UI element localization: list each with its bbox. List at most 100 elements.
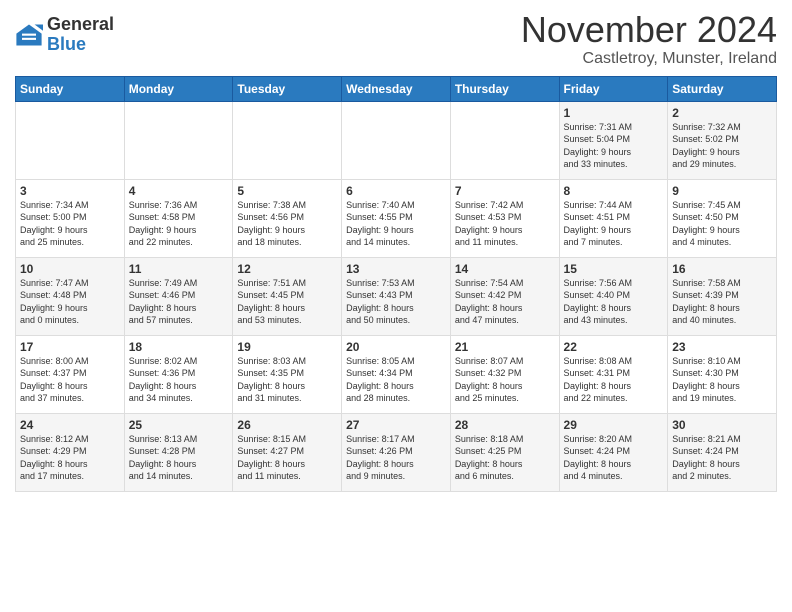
day-number: 5 — [237, 184, 337, 198]
day-info: Sunrise: 7:56 AM Sunset: 4:40 PM Dayligh… — [564, 277, 664, 327]
location-subtitle: Castletroy, Munster, Ireland — [521, 50, 777, 68]
day-cell — [16, 101, 125, 179]
day-info: Sunrise: 7:34 AM Sunset: 5:00 PM Dayligh… — [20, 199, 120, 249]
day-cell — [124, 101, 233, 179]
day-info: Sunrise: 7:58 AM Sunset: 4:39 PM Dayligh… — [672, 277, 772, 327]
day-number: 25 — [129, 418, 229, 432]
day-info: Sunrise: 7:45 AM Sunset: 4:50 PM Dayligh… — [672, 199, 772, 249]
day-cell — [233, 101, 342, 179]
day-cell: 9Sunrise: 7:45 AM Sunset: 4:50 PM Daylig… — [668, 179, 777, 257]
day-number: 9 — [672, 184, 772, 198]
month-title: November 2024 — [521, 10, 777, 50]
day-cell: 2Sunrise: 7:32 AM Sunset: 5:02 PM Daylig… — [668, 101, 777, 179]
day-cell: 10Sunrise: 7:47 AM Sunset: 4:48 PM Dayli… — [16, 257, 125, 335]
day-cell: 16Sunrise: 7:58 AM Sunset: 4:39 PM Dayli… — [668, 257, 777, 335]
day-info: Sunrise: 8:07 AM Sunset: 4:32 PM Dayligh… — [455, 355, 555, 405]
day-number: 6 — [346, 184, 446, 198]
day-cell: 1Sunrise: 7:31 AM Sunset: 5:04 PM Daylig… — [559, 101, 668, 179]
day-number: 26 — [237, 418, 337, 432]
day-info: Sunrise: 8:03 AM Sunset: 4:35 PM Dayligh… — [237, 355, 337, 405]
week-row-3: 10Sunrise: 7:47 AM Sunset: 4:48 PM Dayli… — [16, 257, 777, 335]
day-number: 12 — [237, 262, 337, 276]
day-number: 10 — [20, 262, 120, 276]
day-number: 30 — [672, 418, 772, 432]
day-info: Sunrise: 7:40 AM Sunset: 4:55 PM Dayligh… — [346, 199, 446, 249]
day-number: 21 — [455, 340, 555, 354]
day-number: 27 — [346, 418, 446, 432]
day-info: Sunrise: 8:08 AM Sunset: 4:31 PM Dayligh… — [564, 355, 664, 405]
week-row-1: 1Sunrise: 7:31 AM Sunset: 5:04 PM Daylig… — [16, 101, 777, 179]
day-cell: 25Sunrise: 8:13 AM Sunset: 4:28 PM Dayli… — [124, 413, 233, 491]
day-number: 11 — [129, 262, 229, 276]
day-number: 3 — [20, 184, 120, 198]
col-monday: Monday — [124, 76, 233, 101]
day-cell: 3Sunrise: 7:34 AM Sunset: 5:00 PM Daylig… — [16, 179, 125, 257]
day-number: 18 — [129, 340, 229, 354]
day-cell: 4Sunrise: 7:36 AM Sunset: 4:58 PM Daylig… — [124, 179, 233, 257]
day-number: 22 — [564, 340, 664, 354]
day-number: 2 — [672, 106, 772, 120]
day-info: Sunrise: 7:51 AM Sunset: 4:45 PM Dayligh… — [237, 277, 337, 327]
day-cell: 12Sunrise: 7:51 AM Sunset: 4:45 PM Dayli… — [233, 257, 342, 335]
logo-text: General Blue — [47, 15, 114, 55]
day-number: 1 — [564, 106, 664, 120]
day-number: 16 — [672, 262, 772, 276]
day-info: Sunrise: 8:13 AM Sunset: 4:28 PM Dayligh… — [129, 433, 229, 483]
day-info: Sunrise: 7:53 AM Sunset: 4:43 PM Dayligh… — [346, 277, 446, 327]
day-info: Sunrise: 8:05 AM Sunset: 4:34 PM Dayligh… — [346, 355, 446, 405]
day-number: 19 — [237, 340, 337, 354]
logo-icon — [15, 21, 43, 49]
day-info: Sunrise: 8:10 AM Sunset: 4:30 PM Dayligh… — [672, 355, 772, 405]
day-info: Sunrise: 8:17 AM Sunset: 4:26 PM Dayligh… — [346, 433, 446, 483]
col-sunday: Sunday — [16, 76, 125, 101]
day-number: 28 — [455, 418, 555, 432]
calendar-table: Sunday Monday Tuesday Wednesday Thursday… — [15, 76, 777, 492]
day-number: 8 — [564, 184, 664, 198]
day-number: 15 — [564, 262, 664, 276]
title-block: November 2024 Castletroy, Munster, Irela… — [521, 10, 777, 68]
day-info: Sunrise: 7:54 AM Sunset: 4:42 PM Dayligh… — [455, 277, 555, 327]
day-cell: 18Sunrise: 8:02 AM Sunset: 4:36 PM Dayli… — [124, 335, 233, 413]
day-number: 13 — [346, 262, 446, 276]
day-number: 17 — [20, 340, 120, 354]
day-cell: 5Sunrise: 7:38 AM Sunset: 4:56 PM Daylig… — [233, 179, 342, 257]
day-cell: 6Sunrise: 7:40 AM Sunset: 4:55 PM Daylig… — [342, 179, 451, 257]
day-cell: 23Sunrise: 8:10 AM Sunset: 4:30 PM Dayli… — [668, 335, 777, 413]
day-number: 24 — [20, 418, 120, 432]
day-cell: 24Sunrise: 8:12 AM Sunset: 4:29 PM Dayli… — [16, 413, 125, 491]
day-cell: 15Sunrise: 7:56 AM Sunset: 4:40 PM Dayli… — [559, 257, 668, 335]
logo-general-text: General — [47, 15, 114, 35]
day-cell: 11Sunrise: 7:49 AM Sunset: 4:46 PM Dayli… — [124, 257, 233, 335]
day-info: Sunrise: 7:49 AM Sunset: 4:46 PM Dayligh… — [129, 277, 229, 327]
day-number: 7 — [455, 184, 555, 198]
day-cell: 28Sunrise: 8:18 AM Sunset: 4:25 PM Dayli… — [450, 413, 559, 491]
day-cell: 21Sunrise: 8:07 AM Sunset: 4:32 PM Dayli… — [450, 335, 559, 413]
day-info: Sunrise: 7:44 AM Sunset: 4:51 PM Dayligh… — [564, 199, 664, 249]
day-cell: 30Sunrise: 8:21 AM Sunset: 4:24 PM Dayli… — [668, 413, 777, 491]
day-number: 14 — [455, 262, 555, 276]
col-tuesday: Tuesday — [233, 76, 342, 101]
day-info: Sunrise: 8:15 AM Sunset: 4:27 PM Dayligh… — [237, 433, 337, 483]
col-thursday: Thursday — [450, 76, 559, 101]
day-info: Sunrise: 7:38 AM Sunset: 4:56 PM Dayligh… — [237, 199, 337, 249]
day-info: Sunrise: 7:31 AM Sunset: 5:04 PM Dayligh… — [564, 121, 664, 171]
column-headers: Sunday Monday Tuesday Wednesday Thursday… — [16, 76, 777, 101]
day-cell: 8Sunrise: 7:44 AM Sunset: 4:51 PM Daylig… — [559, 179, 668, 257]
day-info: Sunrise: 8:00 AM Sunset: 4:37 PM Dayligh… — [20, 355, 120, 405]
col-friday: Friday — [559, 76, 668, 101]
day-cell: 27Sunrise: 8:17 AM Sunset: 4:26 PM Dayli… — [342, 413, 451, 491]
header: General Blue November 2024 Castletroy, M… — [15, 10, 777, 68]
day-cell — [450, 101, 559, 179]
day-info: Sunrise: 7:42 AM Sunset: 4:53 PM Dayligh… — [455, 199, 555, 249]
day-info: Sunrise: 7:32 AM Sunset: 5:02 PM Dayligh… — [672, 121, 772, 171]
week-row-2: 3Sunrise: 7:34 AM Sunset: 5:00 PM Daylig… — [16, 179, 777, 257]
day-info: Sunrise: 7:36 AM Sunset: 4:58 PM Dayligh… — [129, 199, 229, 249]
day-info: Sunrise: 7:47 AM Sunset: 4:48 PM Dayligh… — [20, 277, 120, 327]
day-number: 29 — [564, 418, 664, 432]
week-row-5: 24Sunrise: 8:12 AM Sunset: 4:29 PM Dayli… — [16, 413, 777, 491]
day-number: 20 — [346, 340, 446, 354]
day-cell: 13Sunrise: 7:53 AM Sunset: 4:43 PM Dayli… — [342, 257, 451, 335]
day-info: Sunrise: 8:21 AM Sunset: 4:24 PM Dayligh… — [672, 433, 772, 483]
day-info: Sunrise: 8:20 AM Sunset: 4:24 PM Dayligh… — [564, 433, 664, 483]
day-cell: 22Sunrise: 8:08 AM Sunset: 4:31 PM Dayli… — [559, 335, 668, 413]
